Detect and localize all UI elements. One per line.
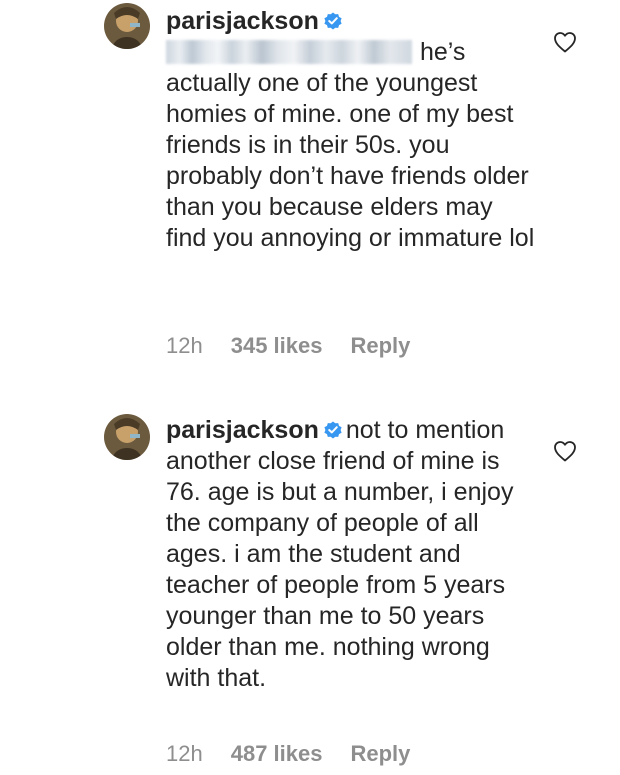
verified-badge-icon bbox=[324, 12, 342, 30]
comment-username[interactable]: parisjackson bbox=[166, 7, 319, 35]
comment-item: parisjackson not to mention another close… bbox=[0, 380, 620, 775]
likes-count[interactable]: 487 likes bbox=[231, 741, 323, 766]
avatar[interactable] bbox=[104, 3, 150, 49]
comment-text: parisjackson he’s actually one of the you… bbox=[166, 6, 536, 254]
reply-button[interactable]: Reply bbox=[350, 333, 410, 358]
comment-meta: 12h 345 likes Reply bbox=[166, 333, 438, 359]
avatar[interactable] bbox=[104, 414, 150, 460]
avatar-photo bbox=[104, 414, 150, 460]
comment-meta: 12h 487 likes Reply bbox=[166, 741, 438, 767]
comment-item: parisjackson he’s actually one of the you… bbox=[0, 0, 620, 380]
likes-count[interactable]: 345 likes bbox=[231, 333, 323, 358]
comment-timestamp: 12h bbox=[166, 741, 203, 766]
reply-button[interactable]: Reply bbox=[350, 741, 410, 766]
comment-text: parisjackson not to mention another close… bbox=[166, 415, 536, 694]
comment-timestamp: 12h bbox=[166, 333, 203, 358]
heart-outline-icon[interactable] bbox=[553, 31, 577, 53]
comment-message: not to mention another close friend of m… bbox=[166, 416, 514, 692]
avatar-photo bbox=[104, 3, 150, 49]
heart-outline-icon[interactable] bbox=[553, 440, 577, 462]
blurred-mention bbox=[166, 40, 412, 64]
comment-username[interactable]: parisjackson bbox=[166, 416, 319, 444]
comment-message: he’s actually one of the youngest homies… bbox=[166, 38, 535, 252]
verified-badge-icon bbox=[324, 421, 342, 439]
